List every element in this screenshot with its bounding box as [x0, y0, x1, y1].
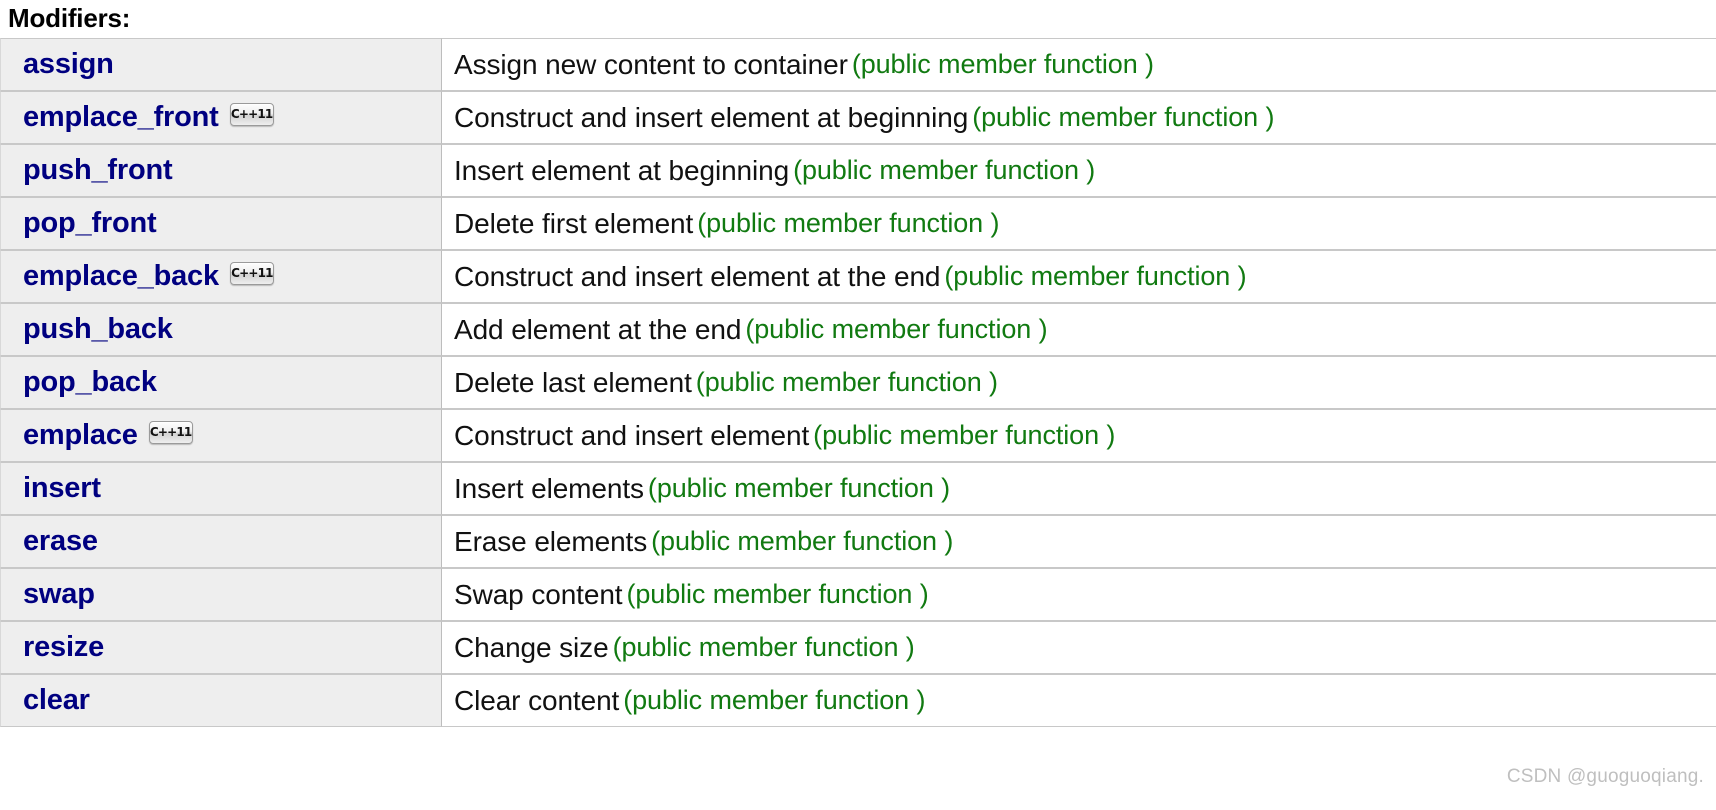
member-description-cell: Change size (public member function ): [442, 621, 1716, 674]
cpp11-badge-icon: C++11: [148, 421, 193, 444]
member-kind-label: (public member function ): [851, 49, 1154, 79]
table-row: push_back Add element at the end (public m…: [0, 303, 1716, 356]
member-kind-label: (public member function ): [813, 420, 1116, 450]
member-function-link[interactable]: assign: [23, 48, 114, 80]
reference-page: Modifiers: assign Assign new content to c…: [0, 0, 1716, 810]
table-row: assign Assign new content to container (pu…: [0, 38, 1716, 91]
member-description-cell: Construct and insert element (public memb…: [442, 409, 1716, 462]
member-kind-label: (public member function ): [944, 261, 1247, 291]
member-name-cell: emplace_back C++11: [0, 250, 442, 303]
table-row: pop_front Delete first element (public mem…: [0, 197, 1716, 250]
member-name-cell: swap: [0, 568, 442, 621]
member-function-link[interactable]: pop_back: [23, 366, 157, 398]
member-function-link[interactable]: resize: [23, 631, 104, 663]
member-description-text: Assign new content to container: [454, 48, 848, 80]
member-kind-label: (public member function ): [647, 473, 951, 503]
cpp11-badge-icon: C++11: [229, 103, 274, 126]
member-function-link[interactable]: swap: [23, 578, 95, 610]
member-kind-label: (public member function ): [626, 579, 929, 609]
member-function-link[interactable]: push_back: [23, 313, 173, 345]
table-row: emplace_back C++11 Construct and insert el…: [0, 250, 1716, 303]
member-function-link[interactable]: pop_front: [23, 207, 157, 239]
member-name-cell: push_front: [0, 144, 442, 197]
member-description-cell: Delete first element (public member funct…: [442, 197, 1716, 250]
member-description-text: Clear content: [454, 684, 620, 716]
member-kind-label: (public member function ): [612, 632, 915, 662]
table-row: insert Insert elements (public member func…: [0, 462, 1716, 515]
member-function-link[interactable]: insert: [23, 472, 101, 504]
member-description-text: Change size: [454, 631, 609, 663]
member-kind-label: (public member function ): [695, 367, 998, 397]
member-description-cell: Erase elements (public member function ): [442, 515, 1716, 568]
table-row: clear Clear content (public member functio…: [0, 674, 1716, 727]
member-function-link[interactable]: emplace: [23, 419, 138, 451]
member-name-cell: push_back: [0, 303, 442, 356]
member-name-cell: insert: [0, 462, 442, 515]
member-name-cell: clear: [0, 674, 442, 727]
member-name-cell: resize: [0, 621, 442, 674]
member-description-text: Construct and insert element at the end: [454, 260, 941, 292]
member-name-cell: pop_front: [0, 197, 442, 250]
member-kind-label: (public member function ): [793, 155, 1096, 185]
member-description-cell: Swap content (public member function ): [442, 568, 1716, 621]
member-description-text: Delete last element: [454, 366, 692, 398]
table-row: emplace_front C++11 Construct and insert e…: [0, 91, 1716, 144]
member-function-link[interactable]: emplace_front: [23, 101, 219, 133]
member-function-link[interactable]: clear: [23, 684, 90, 716]
cpp11-badge-icon: C++11: [229, 262, 274, 285]
member-functions-table: assign Assign new content to container (pu…: [0, 38, 1716, 727]
member-description-cell: Delete last element (public member functi…: [442, 356, 1716, 409]
member-kind-label: (public member function ): [972, 102, 1275, 132]
member-description-cell: Construct and insert element at the end(…: [442, 250, 1716, 303]
member-description-cell: Assign new content to container (public m…: [442, 38, 1716, 91]
member-kind-label: (public member function ): [745, 314, 1048, 344]
table-body: assign Assign new content to container (pu…: [0, 38, 1716, 727]
member-name-cell: erase: [0, 515, 442, 568]
table-row: resize Change size (public member function…: [0, 621, 1716, 674]
table-row: emplace C++11 Construct and insert element…: [0, 409, 1716, 462]
table-row: pop_back Delete last element (public membe…: [0, 356, 1716, 409]
member-description-text: Add element at the end: [454, 313, 742, 345]
member-description-cell: Construct and insert element at beginnin…: [442, 91, 1716, 144]
member-function-link[interactable]: push_front: [23, 154, 173, 186]
member-kind-label: (public member function ): [651, 526, 954, 556]
table-row: erase Erase elements (public member functi…: [0, 515, 1716, 568]
member-description-text: Insert elements: [454, 472, 644, 504]
member-description-text: Swap content: [454, 578, 623, 610]
member-name-cell: emplace_front C++11: [0, 91, 442, 144]
member-description-text: Erase elements: [454, 525, 648, 557]
member-description-cell: Add element at the end (public member fun…: [442, 303, 1716, 356]
member-name-cell: pop_back: [0, 356, 442, 409]
member-description-cell: Insert elements (public member function ): [442, 462, 1716, 515]
member-description-cell: Insert element at beginning (public membe…: [442, 144, 1716, 197]
member-description-text: Insert element at beginning: [454, 154, 790, 186]
member-description-text: Delete first element: [454, 207, 694, 239]
member-function-link[interactable]: erase: [23, 525, 98, 557]
member-description-text: Construct and insert element: [454, 419, 810, 451]
table-row: push_front Insert element at beginning (pu…: [0, 144, 1716, 197]
member-description-text: Construct and insert element at beginnin…: [454, 101, 969, 133]
member-kind-label: (public member function ): [623, 685, 926, 715]
member-function-link[interactable]: emplace_back: [23, 260, 219, 292]
page-title: Modifiers:: [8, 3, 131, 33]
member-kind-label: (public member function ): [697, 208, 1000, 238]
watermark-text: CSDN @guoguoqiang.: [1506, 766, 1704, 787]
member-description-cell: Clear content (public member function ): [442, 674, 1716, 727]
member-name-cell: assign: [0, 38, 442, 91]
table-row: swap Swap content (public member function …: [0, 568, 1716, 621]
member-name-cell: emplace C++11: [0, 409, 442, 462]
